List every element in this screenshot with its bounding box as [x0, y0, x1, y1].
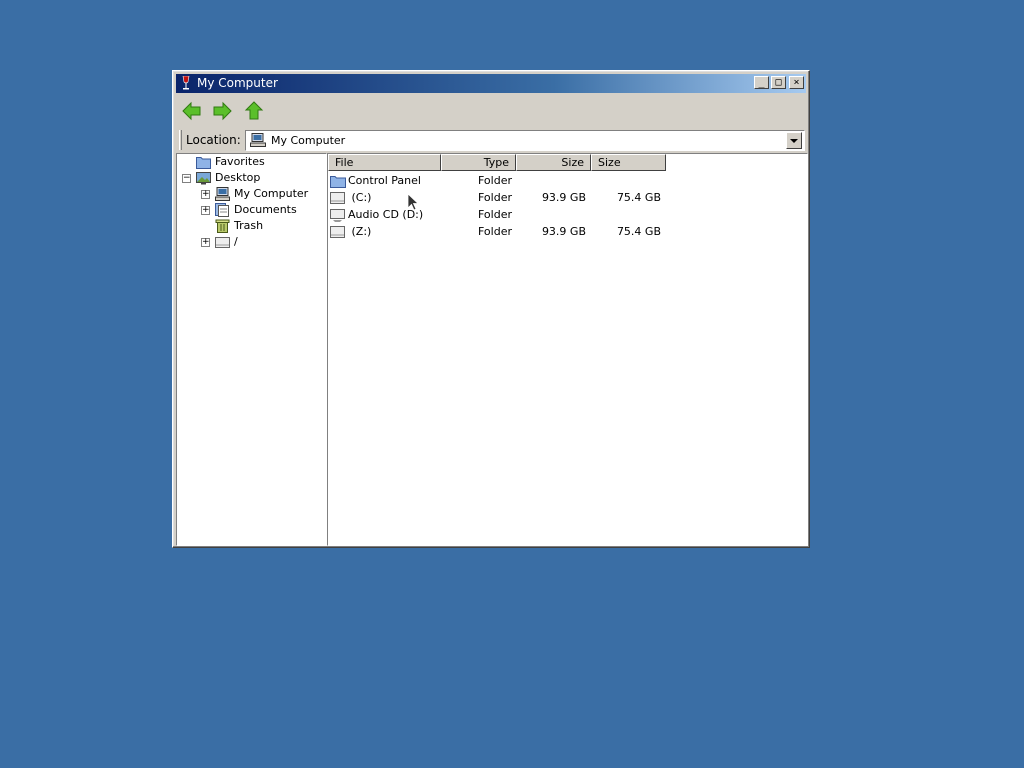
column-header-size[interactable]: Size	[516, 154, 591, 171]
maximize-button[interactable]: □	[771, 76, 786, 89]
list-item[interactable]: (C:) Folder 93.9 GB 75.4 GB	[328, 189, 807, 206]
window-title: My Computer	[197, 76, 278, 90]
location-bar: Location: My Computer	[176, 127, 806, 153]
list-item[interactable]: Control Panel Folder	[328, 172, 807, 189]
location-combobox[interactable]: My Computer	[245, 130, 805, 151]
tree-expander-root[interactable]: +	[201, 238, 210, 247]
column-header-type[interactable]: Type	[441, 154, 516, 171]
location-label: Location:	[186, 133, 241, 147]
location-value[interactable]: My Computer	[271, 134, 345, 147]
mouse-cursor-icon	[407, 193, 419, 211]
folder-icon	[330, 176, 346, 188]
desktop-icon	[196, 172, 211, 185]
toolbar-grip[interactable]	[179, 130, 182, 150]
column-header-size-avail[interactable]: Size avail...	[591, 154, 666, 171]
drive-icon	[330, 226, 345, 238]
computer-icon	[215, 187, 230, 201]
file-list[interactable]: File Type Size Size avail... Control Pan…	[327, 153, 808, 546]
list-item[interactable]: Audio CD (D:) Folder	[328, 206, 807, 223]
forward-arrow-icon[interactable]	[211, 100, 233, 122]
folder-tree[interactable]: Favorites − Desktop + My Computer + Docu…	[176, 153, 327, 546]
drive-icon	[215, 237, 230, 248]
up-arrow-icon[interactable]	[243, 100, 265, 122]
folder-icon	[196, 157, 211, 169]
computer-icon	[250, 133, 266, 147]
wine-glass-icon	[182, 76, 190, 90]
minimize-button[interactable]: _	[754, 76, 769, 89]
toolbar	[176, 95, 806, 125]
cd-drive-icon	[330, 209, 345, 222]
tree-expander-documents[interactable]: +	[201, 206, 210, 215]
column-header-file[interactable]: File	[328, 154, 441, 171]
tree-expander-desktop[interactable]: −	[182, 174, 191, 183]
tree-expander-my-computer[interactable]: +	[201, 190, 210, 199]
documents-icon	[215, 203, 229, 217]
title-bar[interactable]: My Computer _ □ ×	[176, 74, 806, 93]
list-item[interactable]: (Z:) Folder 93.9 GB 75.4 GB	[328, 223, 807, 240]
back-arrow-icon[interactable]	[181, 100, 203, 122]
explorer-window: My Computer _ □ × Location: My Computer	[172, 70, 810, 548]
drive-icon	[330, 192, 345, 204]
trash-icon	[215, 219, 230, 233]
location-dropdown-button[interactable]	[786, 132, 802, 149]
close-button[interactable]: ×	[789, 76, 804, 89]
